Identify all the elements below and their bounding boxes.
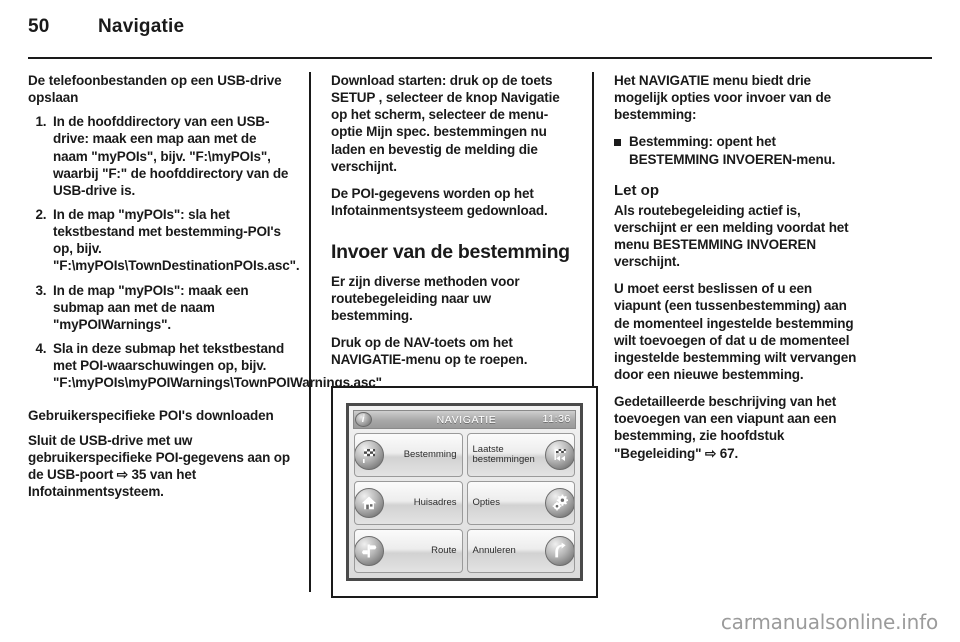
list-item-label: Bestemming: opent het BESTEMMING INVOERE…	[629, 134, 836, 167]
nav-button-route[interactable]: Route	[354, 529, 463, 574]
left-heading-2: Gebruikerspecifieke POI's downloaden	[28, 408, 274, 424]
navigation-screenshot-figure: i NAVIGATIE 11:36 Bestemming Laatste bes…	[331, 386, 598, 599]
square-bullet-icon	[614, 139, 621, 147]
nav-device-screen: i NAVIGATIE 11:36 Bestemming Laatste bes…	[346, 403, 583, 582]
nav-status-bar: i NAVIGATIE 11:36	[353, 410, 576, 430]
mid-paragraph-4: Druk op de NAV-toets om het NAVIGATIE-me…	[331, 334, 528, 368]
info-icon[interactable]: i	[355, 412, 372, 428]
mid-paragraph-3: Er zijn diverse methoden voor routebegel…	[331, 273, 520, 323]
page-number: 50	[28, 16, 50, 37]
nav-button-opties[interactable]: Opties	[466, 481, 575, 526]
nav-button-bestemming[interactable]: Bestemming	[354, 433, 463, 478]
header-divider	[28, 57, 932, 59]
note-body: Als routebegeleiding actief is, verschij…	[614, 202, 849, 270]
usb-steps-list: In de hoofddirectory van een USB-drive: …	[28, 113, 382, 391]
page-header: 50 Navigatie	[28, 16, 932, 46]
left-column: De telefoonbestanden op een USB-drive op…	[28, 72, 382, 592]
nav-button-grid: Bestemming Laatste bestemmingen Huisadre…	[353, 429, 576, 574]
signpost-icon	[354, 536, 384, 567]
list-item: Sla in deze submap het tekstbestand met …	[50, 340, 382, 391]
turn-arrow-icon	[545, 536, 575, 567]
checkered-flag-icon	[354, 440, 384, 471]
mid-heading: Invoer van de bestemming	[331, 241, 570, 264]
list-item: In de map "myPOIs": sla het tekstbestand…	[50, 206, 300, 275]
note-title: Let op	[614, 181, 659, 199]
list-item: In de map "myPOIs": maak een submap aan …	[50, 282, 293, 333]
manual-page: 50 Navigatie De telefoonbestanden op een…	[0, 0, 960, 642]
right-paragraph-1: Het NAVIGATIE menu biedt drie mogelijk o…	[614, 73, 831, 123]
list-item: Bestemming: opent het BESTEMMING INVOERE…	[614, 133, 859, 167]
nav-button-laatste-bestemmingen[interactable]: Laatste bestemmingen	[466, 433, 575, 478]
content-columns: De telefoonbestanden op een USB-drive op…	[28, 72, 932, 599]
left-paragraph-2: Sluit de USB-drive met uw gebruikerspeci…	[28, 432, 291, 499]
nav-button-annuleren[interactable]: Annuleren	[466, 529, 575, 574]
nav-clock: 11:36	[542, 413, 571, 426]
right-paragraph-2: U moet eerst beslissen of u een viapunt …	[614, 281, 857, 382]
nav-button-huisadres[interactable]: Huisadres	[354, 481, 463, 526]
mid-paragraph-2: De POI-gegevens worden op het Infotainme…	[331, 185, 548, 218]
right-column: Het NAVIGATIE menu biedt drie mogelijk o…	[594, 72, 875, 592]
left-heading-1: De telefoonbestanden op een USB-drive op…	[28, 73, 282, 106]
right-bullet-list: Bestemming: opent het BESTEMMING INVOERE…	[614, 133, 859, 167]
list-item: In de hoofddirectory van een USB-drive: …	[50, 113, 293, 199]
site-watermark: carmanualsonline.info	[720, 610, 938, 634]
chapter-title: Navigatie	[98, 16, 185, 37]
right-paragraph-3: Gedetailleerde beschrijving van het toev…	[614, 394, 837, 461]
flag-rewind-icon	[545, 440, 575, 471]
middle-column: Download starten: druk op de toets SETUP…	[311, 72, 598, 599]
home-icon	[354, 488, 384, 519]
mid-paragraph-1: Download starten: druk op de toets SETUP…	[331, 73, 560, 174]
gears-icon	[545, 488, 575, 519]
